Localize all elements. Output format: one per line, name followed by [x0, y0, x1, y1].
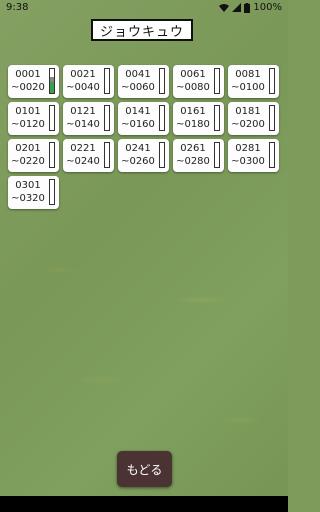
range-start: 0081	[235, 69, 261, 80]
range-start: 0101	[15, 106, 41, 117]
range-label: 0261 ~0280	[174, 142, 212, 168]
range-cell-0161[interactable]: 0161 ~0180	[173, 102, 224, 135]
range-end: ~0280	[176, 156, 210, 167]
range-cell-0181[interactable]: 0181 ~0200	[228, 102, 279, 135]
status-bar: 9:38 100%	[0, 0, 288, 16]
range-start: 0021	[70, 69, 96, 80]
range-label: 0001 ~0020	[9, 68, 47, 94]
range-cell-0001[interactable]: 0001 ~0020	[8, 65, 59, 98]
range-label: 0101 ~0120	[9, 105, 47, 131]
progress-bar	[269, 142, 275, 168]
range-label: 0181 ~0200	[229, 105, 267, 131]
range-end: ~0020	[11, 82, 45, 93]
range-label: 0201 ~0220	[9, 142, 47, 168]
range-label: 0241 ~0260	[119, 142, 157, 168]
battery-icon	[244, 2, 251, 13]
progress-bar	[159, 142, 165, 168]
progress-bar	[104, 105, 110, 131]
range-end: ~0180	[176, 119, 210, 130]
back-button[interactable]: もどる	[117, 451, 172, 487]
range-start: 0121	[70, 106, 96, 117]
progress-bar	[214, 68, 220, 94]
range-end: ~0120	[11, 119, 45, 130]
range-end: ~0040	[66, 82, 100, 93]
range-label: 0161 ~0180	[174, 105, 212, 131]
range-start: 0061	[180, 69, 206, 80]
range-label: 0081 ~0100	[229, 68, 267, 94]
progress-fill-gray	[50, 77, 54, 83]
range-cell-0241[interactable]: 0241 ~0260	[118, 139, 169, 172]
range-end: ~0140	[66, 119, 100, 130]
range-label: 0121 ~0140	[64, 105, 102, 131]
range-end: ~0080	[176, 82, 210, 93]
range-end: ~0320	[11, 193, 45, 204]
status-icons: 100%	[219, 2, 282, 13]
range-cell-0201[interactable]: 0201 ~0220	[8, 139, 59, 172]
range-start: 0261	[180, 143, 206, 154]
progress-bar	[49, 68, 55, 94]
range-start: 0281	[235, 143, 261, 154]
progress-bar	[49, 179, 55, 205]
range-start: 0141	[125, 106, 151, 117]
range-label: 0141 ~0160	[119, 105, 157, 131]
range-cell-0101[interactable]: 0101 ~0120	[8, 102, 59, 135]
progress-bar	[159, 68, 165, 94]
progress-bar	[269, 105, 275, 131]
range-start: 0241	[125, 143, 151, 154]
range-end: ~0060	[121, 82, 155, 93]
progress-bar	[49, 105, 55, 131]
battery-percent: 100%	[253, 2, 282, 13]
range-cell-0281[interactable]: 0281 ~0300	[228, 139, 279, 172]
page-title: ジョウキュウ	[91, 19, 193, 41]
status-time: 9:38	[6, 2, 29, 13]
range-start: 0001	[15, 69, 41, 80]
range-cell-0041[interactable]: 0041 ~0060	[118, 65, 169, 98]
range-cell-0081[interactable]: 0081 ~0100	[228, 65, 279, 98]
signal-icon	[232, 3, 242, 12]
progress-bar	[104, 142, 110, 168]
progress-bar	[159, 105, 165, 131]
range-cell-0121[interactable]: 0121 ~0140	[63, 102, 114, 135]
range-label: 0221 ~0240	[64, 142, 102, 168]
range-label: 0281 ~0300	[229, 142, 267, 168]
range-end: ~0240	[66, 156, 100, 167]
range-start: 0041	[125, 69, 151, 80]
range-cell-0221[interactable]: 0221 ~0240	[63, 139, 114, 172]
range-end: ~0300	[231, 156, 265, 167]
nav-bar	[0, 496, 288, 512]
range-label: 0021 ~0040	[64, 68, 102, 94]
range-end: ~0100	[231, 82, 265, 93]
range-cell-0021[interactable]: 0021 ~0040	[63, 65, 114, 98]
progress-bar	[104, 68, 110, 94]
progress-bar	[214, 105, 220, 131]
range-cell-0301[interactable]: 0301 ~0320	[8, 176, 59, 209]
range-start: 0221	[70, 143, 96, 154]
progress-fill-green	[50, 82, 54, 93]
progress-bar	[49, 142, 55, 168]
range-label: 0301 ~0320	[9, 179, 47, 205]
range-label: 0061 ~0080	[174, 68, 212, 94]
range-end: ~0200	[231, 119, 265, 130]
wifi-icon	[219, 4, 230, 12]
range-cell-0061[interactable]: 0061 ~0080	[173, 65, 224, 98]
range-end: ~0220	[11, 156, 45, 167]
range-end: ~0260	[121, 156, 155, 167]
range-cell-0141[interactable]: 0141 ~0160	[118, 102, 169, 135]
progress-bar	[269, 68, 275, 94]
range-cell-0261[interactable]: 0261 ~0280	[173, 139, 224, 172]
range-start: 0301	[15, 180, 41, 191]
progress-bar	[214, 142, 220, 168]
range-end: ~0160	[121, 119, 155, 130]
range-start: 0161	[180, 106, 206, 117]
range-start: 0181	[235, 106, 261, 117]
range-start: 0201	[15, 143, 41, 154]
range-label: 0041 ~0060	[119, 68, 157, 94]
